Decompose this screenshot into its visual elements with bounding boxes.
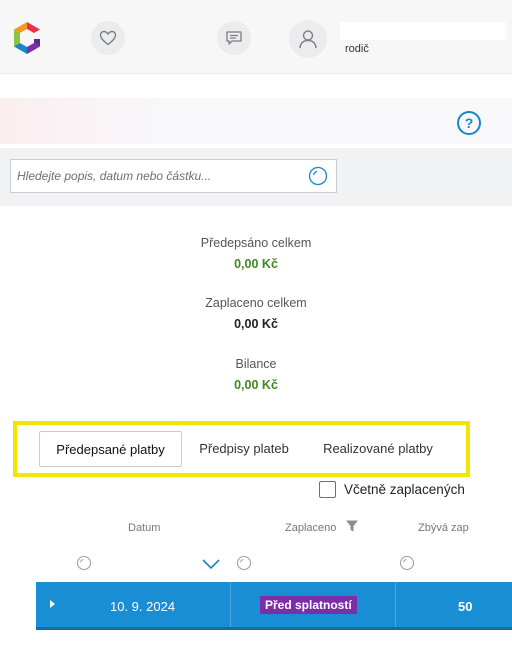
- status-badge: Před splatností: [260, 596, 357, 614]
- prescribed-total-label: Předepsáno celkem: [200, 236, 312, 250]
- user-avatar-button[interactable]: [289, 20, 327, 58]
- table-filter-row: [36, 545, 512, 581]
- filter-icon[interactable]: [345, 519, 359, 533]
- expand-row-icon[interactable]: [50, 600, 55, 608]
- app-logo[interactable]: [9, 20, 45, 56]
- search-box: [10, 159, 337, 193]
- cell-divider: [395, 582, 396, 627]
- include-paid-checkbox[interactable]: [319, 481, 336, 498]
- search-input[interactable]: [17, 160, 297, 192]
- column-header-paid[interactable]: Zaplaceno: [285, 522, 336, 534]
- search-icon[interactable]: [308, 166, 328, 186]
- balance-value: 0,00 Kč: [234, 378, 278, 392]
- tab-prescribed-payments[interactable]: Předepsané platby: [39, 431, 182, 467]
- column-header-remaining[interactable]: Zbývá zap: [418, 522, 469, 534]
- user-icon: [299, 30, 317, 49]
- balance-label: Bilance: [235, 357, 277, 371]
- date-filter-search-icon[interactable]: [76, 555, 92, 571]
- paid-total-value: 0,00 Kč: [234, 317, 278, 331]
- tab-realized-payments[interactable]: Realizované platby: [309, 431, 447, 467]
- favorites-button[interactable]: [91, 21, 125, 55]
- row-remaining-amount: 50: [458, 599, 473, 614]
- panel-header: [0, 98, 512, 144]
- cell-divider: [230, 582, 231, 627]
- heart-icon: [99, 30, 117, 46]
- tab-payment-prescriptions[interactable]: Předpisy plateb: [186, 431, 302, 467]
- row-date: 10. 9. 2024: [110, 599, 176, 614]
- include-paid-toggle[interactable]: Včetně zaplacených: [319, 481, 465, 498]
- message-icon: [226, 31, 242, 45]
- chevron-down-icon[interactable]: [201, 558, 221, 570]
- column-header-date[interactable]: Datum: [128, 522, 160, 534]
- include-paid-label: Včetně zaplacených: [344, 482, 465, 497]
- paid-filter-search-icon[interactable]: [236, 555, 252, 571]
- messages-button[interactable]: [217, 21, 251, 55]
- prescribed-total-value: 0,00 Kč: [234, 257, 278, 271]
- user-role: rodič: [345, 43, 369, 55]
- remaining-filter-search-icon[interactable]: [399, 555, 415, 571]
- help-icon[interactable]: ?: [457, 111, 481, 135]
- paid-total-label: Zaplaceno celkem: [205, 296, 307, 310]
- user-name-redacted: [340, 22, 506, 40]
